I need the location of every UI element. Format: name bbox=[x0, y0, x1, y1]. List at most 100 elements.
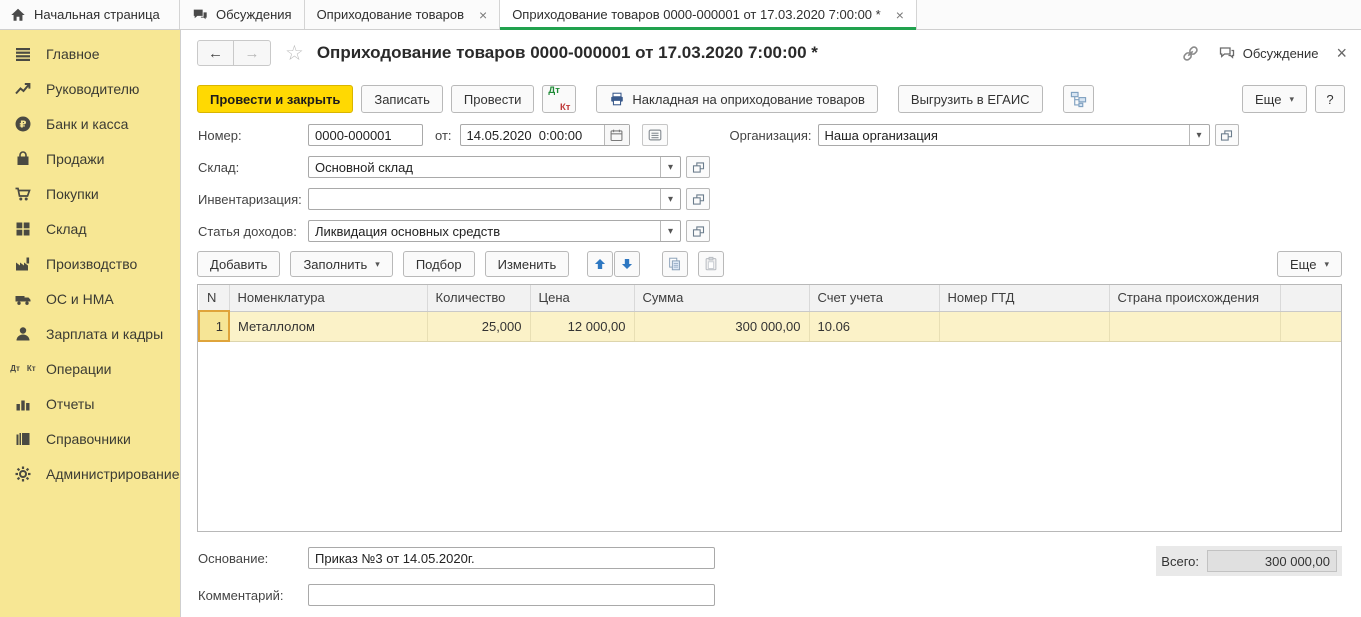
dropdown-arrow-icon[interactable]: ▾ bbox=[1189, 125, 1209, 145]
col-header-price: Цена bbox=[530, 285, 634, 311]
sidebar-item-manager[interactable]: Руководителю bbox=[0, 71, 180, 106]
form-row-inventory: Инвентаризация: ▾ bbox=[198, 188, 1361, 210]
sidebar-item-fixed-assets[interactable]: ОС и НМА bbox=[0, 281, 180, 316]
date-input[interactable] bbox=[461, 126, 604, 144]
factory-icon bbox=[13, 254, 33, 273]
forward-button[interactable]: → bbox=[234, 40, 271, 66]
favorite-star-icon[interactable]: ☆ bbox=[285, 41, 304, 66]
sidebar-item-administration[interactable]: Администрирование bbox=[0, 456, 180, 491]
organization-input[interactable] bbox=[819, 126, 1189, 144]
chevron-down-icon: ▾ bbox=[375, 259, 380, 270]
comment-input[interactable] bbox=[309, 586, 714, 604]
sidebar-item-sales[interactable]: Продажи bbox=[0, 141, 180, 176]
cell-country[interactable] bbox=[1109, 311, 1280, 341]
table-row[interactable]: 1 Металлолом 25,000 12 000,00 300 000,00… bbox=[199, 311, 1341, 341]
menu-bars-icon bbox=[13, 44, 33, 63]
cell-price[interactable]: 12 000,00 bbox=[530, 311, 634, 341]
warehouse-open-button[interactable] bbox=[686, 156, 710, 178]
dropdown-arrow-icon[interactable]: ▾ bbox=[660, 189, 680, 209]
back-button[interactable]: ← bbox=[197, 40, 234, 66]
table-more-label: Еще bbox=[1290, 257, 1316, 272]
person-icon bbox=[13, 324, 33, 343]
dropdown-arrow-icon[interactable]: ▾ bbox=[660, 157, 680, 177]
egais-export-button[interactable]: Выгрузить в ЕГАИС bbox=[898, 85, 1043, 113]
discussion-button[interactable]: Обсуждение bbox=[1218, 44, 1319, 62]
tab-close-icon[interactable]: × bbox=[479, 7, 487, 23]
comment-label: Комментарий: bbox=[198, 588, 308, 603]
sidebar-item-payroll-hr[interactable]: Зарплата и кадры bbox=[0, 316, 180, 351]
document-journal-button[interactable] bbox=[642, 124, 668, 146]
discussion-chat-icon bbox=[1218, 44, 1236, 62]
col-header-quantity: Количество bbox=[427, 285, 530, 311]
tab-home-page[interactable]: Начальная страница bbox=[0, 0, 180, 29]
income-item-open-button[interactable] bbox=[686, 220, 710, 242]
sidebar-item-warehouse[interactable]: Склад bbox=[0, 211, 180, 246]
edit-button[interactable]: Изменить bbox=[485, 251, 570, 277]
fill-button[interactable]: Заполнить ▾ bbox=[290, 251, 392, 277]
total-value bbox=[1207, 550, 1337, 572]
col-header-nomenclature: Номенклатура bbox=[229, 285, 427, 311]
post-button[interactable]: Провести bbox=[451, 85, 535, 113]
related-documents-button[interactable] bbox=[1063, 85, 1094, 113]
discussions-icon bbox=[192, 7, 208, 23]
sidebar-item-purchases[interactable]: Покупки bbox=[0, 176, 180, 211]
warehouse-input[interactable] bbox=[309, 158, 660, 176]
col-header-gtd: Номер ГТД bbox=[939, 285, 1109, 311]
inventory-input[interactable] bbox=[309, 190, 660, 208]
paste-button[interactable] bbox=[698, 251, 724, 277]
dt-kt-postings-button[interactable]: Дт Кт bbox=[542, 85, 576, 113]
cell-filler bbox=[1280, 311, 1341, 341]
basis-label: Основание: bbox=[198, 551, 308, 566]
cell-account[interactable]: 10.06 bbox=[809, 311, 939, 341]
sidebar-item-label: Зарплата и кадры bbox=[46, 326, 163, 342]
sidebar-item-directories[interactable]: Справочники bbox=[0, 421, 180, 456]
table-more-button[interactable]: Еще ▾ bbox=[1277, 251, 1342, 277]
basis-input[interactable] bbox=[309, 549, 714, 567]
sidebar-item-operations[interactable]: ДтКт Операции bbox=[0, 351, 180, 386]
sidebar-item-bank-cash[interactable]: ₽ Банк и касса bbox=[0, 106, 180, 141]
move-down-button[interactable] bbox=[614, 251, 640, 277]
sidebar-item-production[interactable]: Производство bbox=[0, 246, 180, 281]
close-form-icon[interactable]: × bbox=[1336, 43, 1347, 64]
more-button[interactable]: Еще ▾ bbox=[1242, 85, 1307, 113]
tab-label: Оприходование товаров 0000-000001 от 17.… bbox=[512, 7, 881, 22]
col-header-n: N bbox=[199, 285, 229, 311]
pick-button[interactable]: Подбор bbox=[403, 251, 475, 277]
move-up-button[interactable] bbox=[587, 251, 613, 277]
inventory-open-button[interactable] bbox=[686, 188, 710, 210]
tab-document-list[interactable]: Оприходование товаров × bbox=[305, 0, 501, 29]
save-button[interactable]: Записать bbox=[361, 85, 443, 113]
dropdown-arrow-icon[interactable]: ▾ bbox=[660, 221, 680, 241]
cell-gtd[interactable] bbox=[939, 311, 1109, 341]
date-label: от: bbox=[435, 128, 452, 143]
tab-discussions[interactable]: Обсуждения bbox=[180, 0, 305, 29]
basis-field-wrap bbox=[308, 547, 715, 569]
dt-label: Дт bbox=[548, 86, 559, 96]
post-and-close-button[interactable]: Провести и закрыть bbox=[197, 85, 353, 113]
income-item-input[interactable] bbox=[309, 222, 660, 240]
add-row-button[interactable]: Добавить bbox=[197, 251, 280, 277]
cell-nomenclature[interactable]: Металлолом bbox=[229, 311, 427, 341]
col-header-filler bbox=[1280, 285, 1341, 311]
organization-open-button[interactable] bbox=[1215, 124, 1239, 146]
calendar-icon[interactable] bbox=[604, 125, 629, 145]
svg-text:₽: ₽ bbox=[20, 119, 27, 130]
chevron-down-icon: ▾ bbox=[1324, 259, 1329, 270]
tab-document-active[interactable]: Оприходование товаров 0000-000001 от 17.… bbox=[500, 0, 917, 29]
books-icon bbox=[13, 429, 33, 448]
number-input[interactable] bbox=[309, 126, 422, 144]
cell-quantity[interactable]: 25,000 bbox=[427, 311, 530, 341]
sidebar-item-main[interactable]: Главное bbox=[0, 36, 180, 71]
sidebar-item-reports[interactable]: Отчеты bbox=[0, 386, 180, 421]
forward-arrow-icon: → bbox=[245, 45, 260, 62]
print-invoice-button[interactable]: Накладная на оприходование товаров bbox=[596, 85, 877, 113]
tab-close-icon[interactable]: × bbox=[896, 7, 904, 23]
help-button[interactable]: ? bbox=[1315, 85, 1345, 113]
cell-sum[interactable]: 300 000,00 bbox=[634, 311, 809, 341]
cell-n[interactable]: 1 bbox=[199, 311, 229, 341]
gear-icon bbox=[13, 464, 33, 483]
truck-icon bbox=[13, 289, 33, 308]
copy-button[interactable] bbox=[662, 251, 688, 277]
link-icon[interactable] bbox=[1181, 44, 1200, 63]
tab-bar: Начальная страница Обсуждения Оприходова… bbox=[0, 0, 1361, 30]
